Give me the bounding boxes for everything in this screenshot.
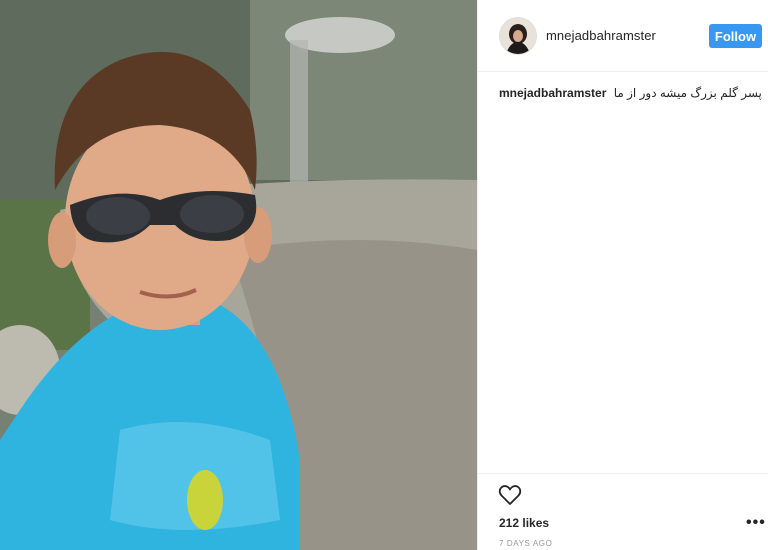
post-caption: mnejadbahramster پسر گلم بزرگ میشه دور ا… bbox=[499, 85, 762, 101]
header-username[interactable]: mnejadbahramster bbox=[546, 28, 656, 43]
post-footer: 212 likes 7 DAYS AGO ••• bbox=[478, 473, 768, 550]
caption-text: پسر گلم بزرگ میشه دور از ما bbox=[613, 86, 762, 100]
post-photo[interactable] bbox=[0, 0, 477, 550]
post-header: mnejadbahramster Follow bbox=[478, 0, 768, 72]
avatar[interactable] bbox=[500, 18, 536, 54]
heart-icon[interactable] bbox=[498, 484, 522, 506]
post-timestamp: 7 DAYS AGO bbox=[499, 539, 553, 548]
caption-username[interactable]: mnejadbahramster bbox=[499, 86, 606, 100]
likes-count[interactable]: 212 likes bbox=[499, 516, 549, 530]
more-options-icon[interactable]: ••• bbox=[746, 514, 766, 532]
follow-button[interactable]: Follow bbox=[709, 24, 762, 48]
avatar-image bbox=[500, 18, 536, 54]
post-sidebar: mnejadbahramster Follow mnejadbahramster… bbox=[477, 0, 768, 550]
photo-illustration bbox=[0, 0, 477, 550]
